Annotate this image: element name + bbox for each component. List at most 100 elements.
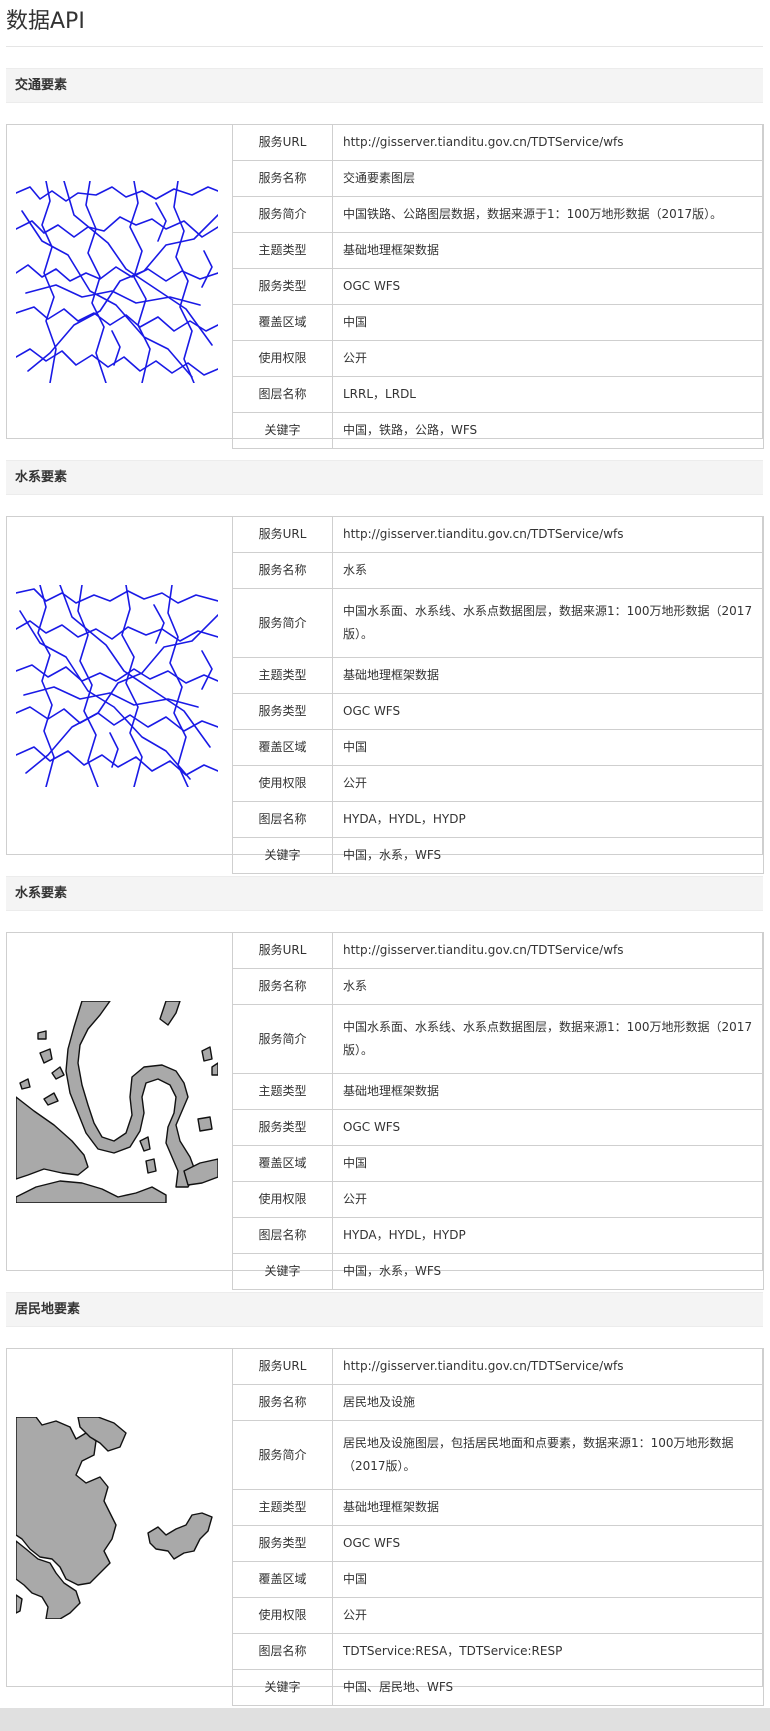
row-key: 主题类型 [232,232,333,269]
table-row: 主题类型 基础地理框架数据 [232,232,764,269]
service-url-link[interactable]: http://gisserver.tianditu.gov.cn/TDTServ… [332,124,764,161]
service-card-settlement: 服务URL http://gisserver.tianditu.gov.cn/TD… [6,1348,764,1706]
section-heading-transport: 交通要素 [6,68,763,103]
service-url-link[interactable]: http://gisserver.tianditu.gov.cn/TDTServ… [332,1348,764,1385]
table-row: 关键字 中国、居民地、WFS [232,1669,764,1706]
row-key: 主题类型 [232,1073,333,1110]
row-key: 服务名称 [232,968,333,1005]
row-key: 服务名称 [232,552,333,589]
table-row: 覆盖区域 中国 [232,1145,764,1182]
section-heading-settlement: 居民地要素 [6,1292,763,1327]
table-row: 使用权限 公开 [232,1181,764,1218]
row-key: 服务URL [232,932,333,969]
table-row: 服务简介 居民地及设施图层，包括居民地面和点要素，数据来源1：100万地形数据（2… [232,1420,764,1490]
table-row: 使用权限 公开 [232,340,764,377]
table-row: 关键字 中国，铁路，公路，WFS [232,412,764,449]
table-row: 服务URL http://gisserver.tianditu.gov.cn/TD… [232,124,764,161]
table-row: 主题类型 基础地理框架数据 [232,1073,764,1110]
service-card-water-areas: 服务URL http://gisserver.tianditu.gov.cn/TD… [6,932,764,1290]
service-info-table: 服务URL http://gisserver.tianditu.gov.cn/TD… [232,1348,764,1706]
row-key: 服务URL [232,516,333,553]
service-info-table: 服务URL http://gisserver.tianditu.gov.cn/TD… [232,124,764,449]
service-url-link[interactable]: http://gisserver.tianditu.gov.cn/TDTServ… [332,932,764,969]
row-value: 水系 [332,968,764,1005]
row-key: 关键字 [232,837,333,874]
table-row: 服务类型 OGC WFS [232,1109,764,1146]
table-row: 服务名称 居民地及设施 [232,1384,764,1421]
row-key: 使用权限 [232,1597,333,1634]
row-value: 公开 [332,1181,764,1218]
row-key: 服务URL [232,124,333,161]
row-key: 覆盖区域 [232,729,333,766]
section-heading-label: 居民地要素 [15,1302,81,1317]
row-value: 中国 [332,729,764,766]
row-value: 基础地理框架数据 [332,1073,764,1110]
row-value: OGC WFS [332,693,764,730]
row-value: 中国，水系，WFS [332,1253,764,1290]
table-row: 服务名称 水系 [232,968,764,1005]
service-card-transport: 服务URL http://gisserver.tianditu.gov.cn/TD… [6,124,764,449]
row-value: 公开 [332,765,764,802]
table-row: 使用权限 公开 [232,1597,764,1634]
page-title: 数据API [6,9,85,34]
row-key: 使用权限 [232,765,333,802]
row-key: 服务名称 [232,160,333,197]
row-key: 图层名称 [232,1633,333,1670]
table-row: 服务名称 水系 [232,552,764,589]
section-heading-label: 交通要素 [15,78,68,93]
table-row: 图层名称 TDTService:RESA，TDTService:RESP [232,1633,764,1670]
row-key: 图层名称 [232,1217,333,1254]
table-row: 服务简介 中国铁路、公路图层数据，数据来源于1：100万地形数据（2017版）。 [232,196,764,233]
table-row: 图层名称 HYDA，HYDL，HYDP [232,1217,764,1254]
section-heading-label: 水系要素 [15,886,68,901]
table-row: 覆盖区域 中国 [232,1561,764,1598]
row-key: 关键字 [232,1253,333,1290]
row-key: 主题类型 [232,1489,333,1526]
row-value: OGC WFS [332,1525,764,1562]
table-row: 服务URL http://gisserver.tianditu.gov.cn/TD… [232,932,764,969]
row-value: 居民地及设施图层，包括居民地面和点要素，数据来源1：100万地形数据（2017版… [332,1420,764,1490]
row-key: 服务类型 [232,693,333,730]
row-value: 基础地理框架数据 [332,657,764,694]
row-key: 覆盖区域 [232,304,333,341]
service-url-link[interactable]: http://gisserver.tianditu.gov.cn/TDTServ… [332,516,764,553]
row-value: 公开 [332,340,764,377]
page-footer-bar [0,1708,770,1731]
table-row: 服务名称 交通要素图层 [232,160,764,197]
row-key: 服务简介 [232,1420,333,1490]
row-key: 覆盖区域 [232,1145,333,1182]
table-row: 服务类型 OGC WFS [232,693,764,730]
table-row: 覆盖区域 中国 [232,304,764,341]
section-heading-water-area: 水系要素 [6,876,763,911]
row-key: 使用权限 [232,340,333,377]
row-key: 图层名称 [232,801,333,838]
row-value: OGC WFS [332,268,764,305]
row-value: 交通要素图层 [332,160,764,197]
row-value: 中国 [332,1145,764,1182]
row-value: 中国 [332,1561,764,1598]
row-key: 图层名称 [232,376,333,413]
table-row: 关键字 中国，水系，WFS [232,837,764,874]
row-value: 中国 [332,304,764,341]
service-card-water-lines: 服务URL http://gisserver.tianditu.gov.cn/TD… [6,516,764,874]
table-row: 主题类型 基础地理框架数据 [232,657,764,694]
settlement-map-icon [16,1417,218,1619]
row-value: LRRL，LRDL [332,376,764,413]
row-value: 中国，铁路，公路，WFS [332,412,764,449]
row-key: 服务类型 [232,1525,333,1562]
row-value: 基础地理框架数据 [332,1489,764,1526]
row-key: 服务URL [232,1348,333,1385]
table-row: 服务类型 OGC WFS [232,268,764,305]
row-value: OGC WFS [332,1109,764,1146]
row-key: 覆盖区域 [232,1561,333,1598]
table-row: 服务URL http://gisserver.tianditu.gov.cn/TD… [232,516,764,553]
table-row: 关键字 中国，水系，WFS [232,1253,764,1290]
row-key: 使用权限 [232,1181,333,1218]
river-network-map-icon [16,585,218,787]
row-value: 居民地及设施 [332,1384,764,1421]
road-network-map-icon [16,181,218,383]
row-value: 基础地理框架数据 [332,232,764,269]
row-key: 关键字 [232,412,333,449]
row-value: 中国铁路、公路图层数据，数据来源于1：100万地形数据（2017版）。 [332,196,764,233]
row-key: 主题类型 [232,657,333,694]
